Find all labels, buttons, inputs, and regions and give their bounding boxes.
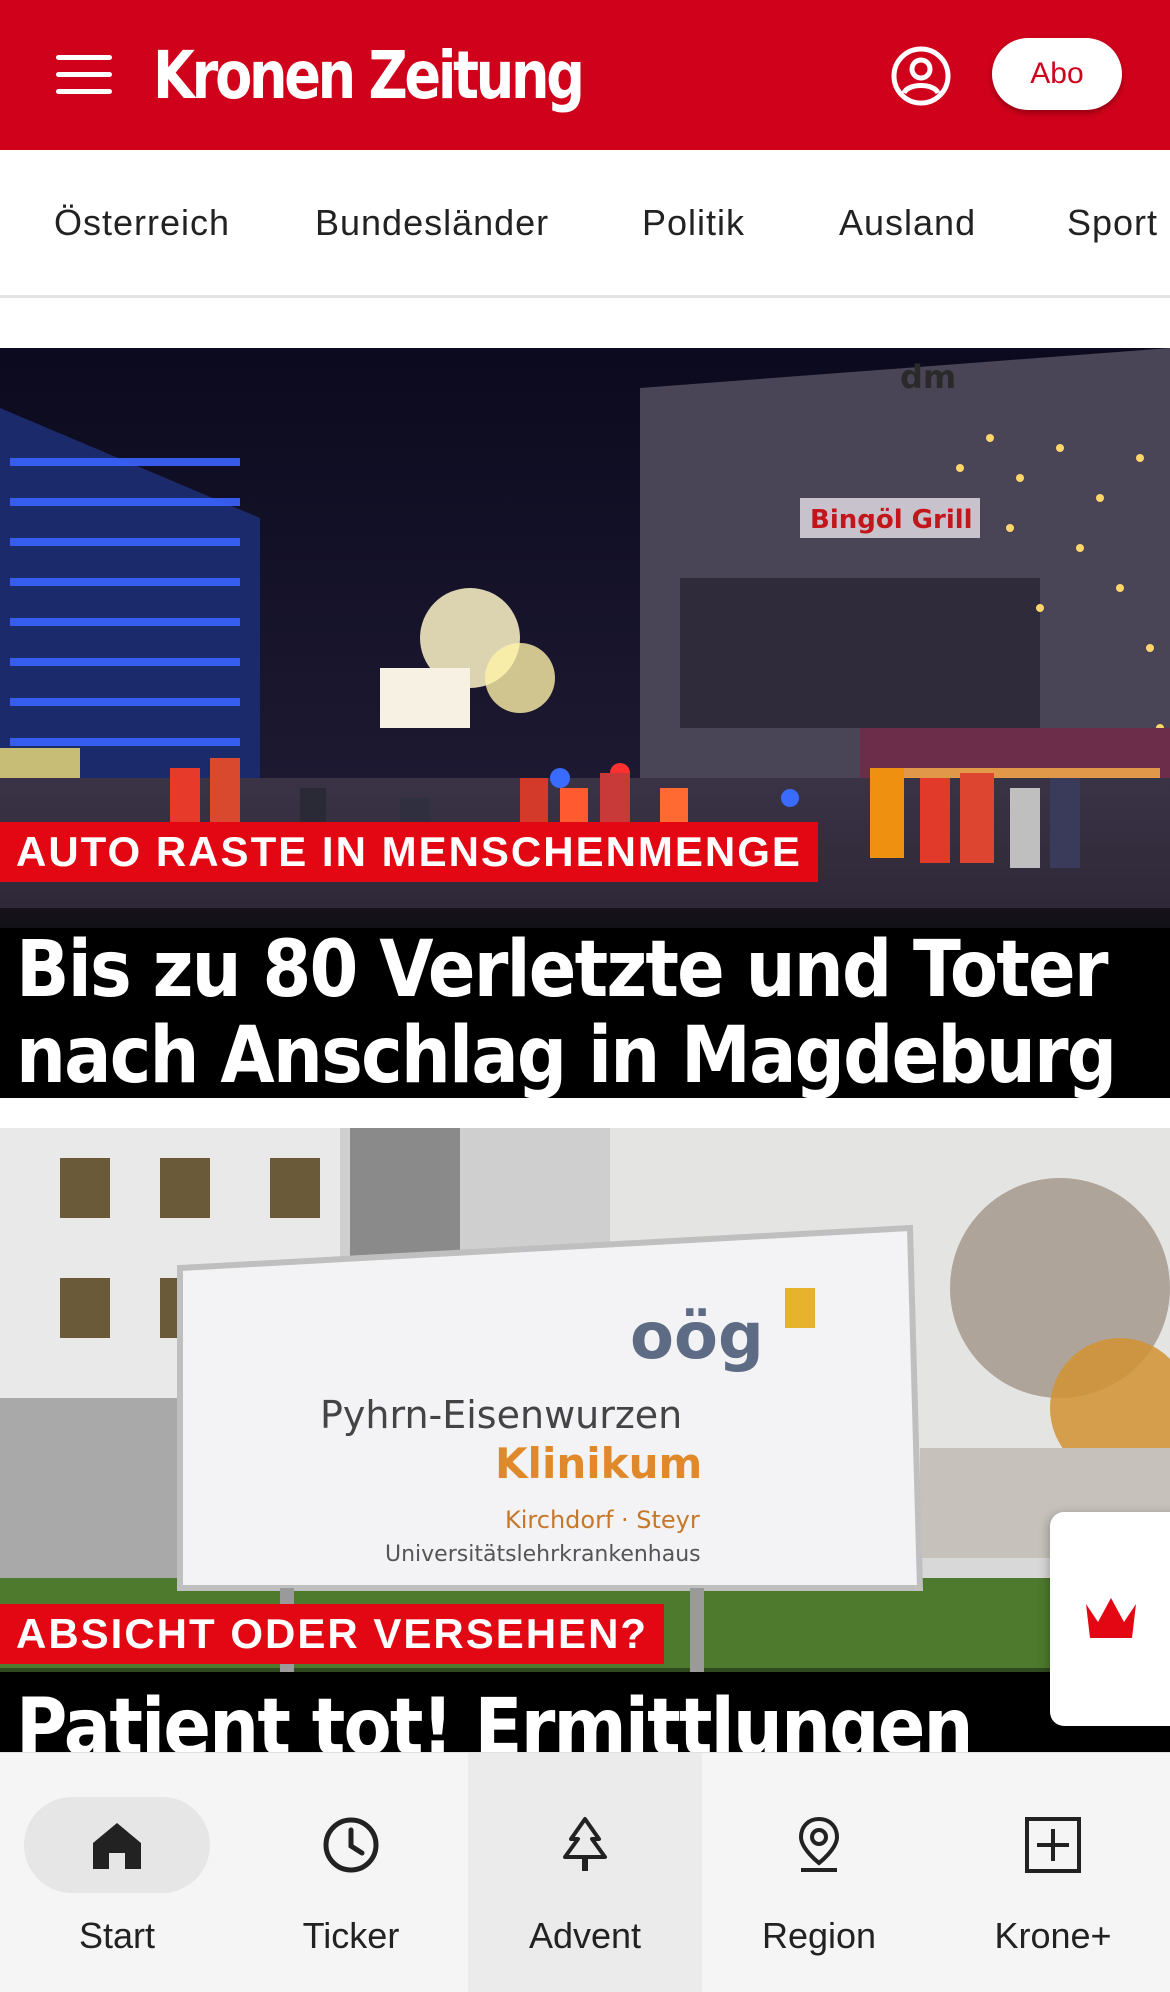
image-sign-line-2: Klinikum [495, 1439, 702, 1488]
logo[interactable]: Kronen Zeitung [153, 36, 585, 116]
abo-button[interactable]: Abo [992, 38, 1122, 110]
location-pin-icon [798, 1816, 840, 1872]
category-nav: Österreich Bundesländer Politik Ausland … [0, 150, 1170, 298]
article-headline-line-1: Bis zu 80 Verletzte und Toter [16, 925, 1108, 1015]
bottom-nav-label: Start [78, 1915, 156, 1956]
bottom-nav-label: Ticker [302, 1915, 400, 1956]
image-sign-line-1: Pyhrn-Eisenwurzen [320, 1393, 682, 1437]
image-sign-line-3: Kirchdorf · Steyr [505, 1506, 700, 1534]
article-headline-line-2: nach Anschlag in Magdeburg [16, 1011, 1117, 1098]
nav-item-bundeslaender[interactable]: Bundesländer [315, 202, 549, 244]
bottom-nav-krone-plus[interactable]: Krone+ [936, 1753, 1170, 1992]
bottom-nav-region[interactable]: Region [702, 1753, 936, 1992]
headline-background: Bis zu 80 Verletzte und Toter nach Ansch… [0, 925, 1170, 1098]
article-kicker: ABSICHT ODER VERSEHEN? [0, 1604, 665, 1664]
nav-item-politik[interactable]: Politik [642, 202, 745, 244]
headline-background: Patient tot! Ermittlungen [0, 1672, 1170, 1752]
bottom-nav-label: Region [761, 1915, 877, 1956]
bottom-nav-label: Advent [528, 1915, 642, 1956]
nav-item-oesterreich[interactable]: Österreich [54, 202, 230, 244]
tree-icon [563, 1817, 607, 1871]
image-sign-grill: Bingöl Grill [810, 505, 973, 535]
image-sign-line-4: Universitätslehrkrankenhaus [385, 1542, 701, 1567]
article-card-magdeburg[interactable]: Bingöl Grill dm AUTO RASTE IN MENSCHENME… [0, 348, 1170, 1098]
bottom-nav-advent[interactable]: Advent [468, 1753, 702, 1992]
image-sign-dm: dm [900, 358, 956, 396]
home-icon [93, 1823, 141, 1869]
bottom-navigation: Start Ticker Advent Region Krone+ [0, 1752, 1170, 1992]
article-kicker: AUTO RASTE IN MENSCHENMENGE [0, 822, 818, 882]
article-card-klinikum[interactable]: oög Pyhrn-Eisenwurzen Klinikum Kirchdorf… [0, 1128, 1170, 1752]
menu-icon[interactable] [56, 55, 112, 95]
app-header: Kronen Zeitung Abo [0, 0, 1170, 150]
bottom-nav-start[interactable]: Start [0, 1753, 234, 1992]
nav-item-sport[interactable]: Sport [1067, 202, 1158, 244]
bottom-nav-label: Krone+ [994, 1915, 1112, 1956]
user-account-icon[interactable] [890, 45, 952, 107]
plus-box-icon [1025, 1817, 1081, 1873]
clock-icon [323, 1817, 379, 1873]
krone-plus-floating-button[interactable] [1050, 1512, 1170, 1726]
crown-icon [1086, 1598, 1136, 1638]
article-headline-line-1: Patient tot! Ermittlungen [16, 1683, 974, 1752]
bottom-nav-ticker[interactable]: Ticker [234, 1753, 468, 1992]
nav-item-ausland[interactable]: Ausland [839, 202, 976, 244]
image-sign-logo: oög [630, 1300, 764, 1374]
